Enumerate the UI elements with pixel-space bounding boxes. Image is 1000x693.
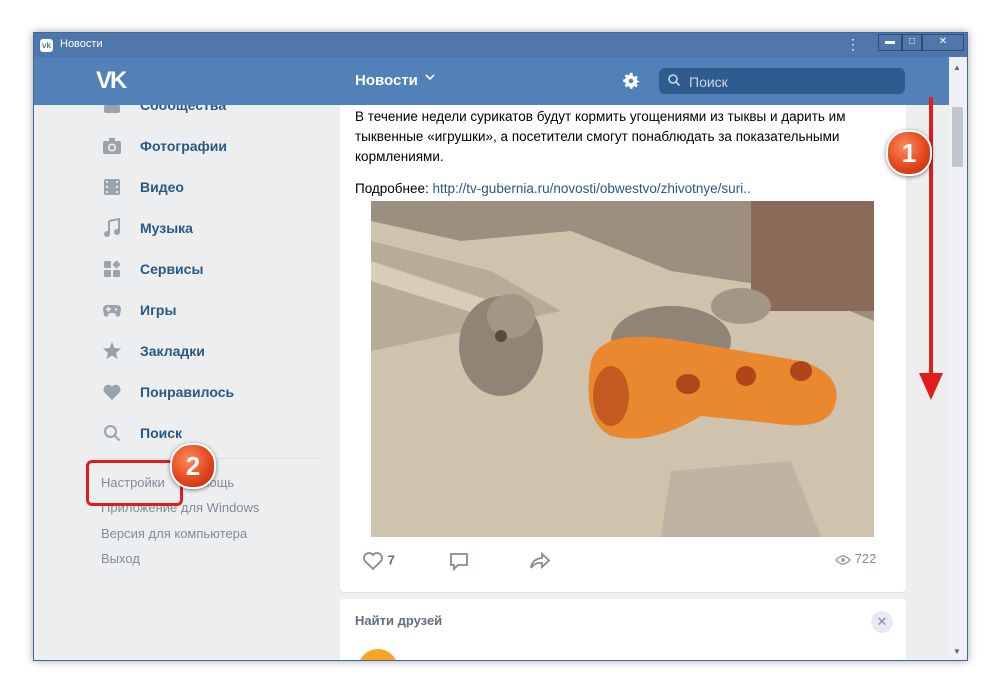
find-friends-title: Найти друзей <box>355 613 443 628</box>
avatar[interactable] <box>358 649 398 660</box>
search-input[interactable] <box>687 71 901 93</box>
post-photo[interactable] <box>371 201 874 537</box>
post-text: В течение недели сурикатов будут кормить… <box>355 109 846 164</box>
comment-icon <box>450 553 468 572</box>
post-link[interactable]: http://tv-gubernia.ru/novosti/obwestvo/z… <box>433 181 751 196</box>
app-header: VK Новости <box>34 57 967 105</box>
sidebar-item-photos[interactable]: Фотографии <box>94 131 324 161</box>
scroll-down-arrow[interactable]: ▼ <box>953 647 961 656</box>
chevron-down-icon[interactable] <box>424 70 436 86</box>
sidebar-item-label: Сообщества <box>140 105 227 113</box>
like-button[interactable]: 7 <box>362 551 395 571</box>
help-link[interactable]: Помощь <box>184 475 234 490</box>
maximize-button[interactable]: □ <box>902 34 922 51</box>
find-friends-card: Найти друзей ✕ <box>340 599 906 660</box>
post-actions: 7 722 <box>340 547 906 577</box>
search-icon <box>668 74 681 87</box>
star-icon <box>103 342 121 359</box>
sidebar-item-label: Закладки <box>140 343 205 359</box>
search-box[interactable] <box>659 68 905 94</box>
minimize-button[interactable]: ▬ <box>878 34 902 51</box>
camera-icon <box>103 138 121 154</box>
video-icon <box>104 179 120 195</box>
news-post: В течение недели сурикатов будут кормить… <box>340 105 906 592</box>
post-more: Подробнее: http://tv-gubernia.ru/novosti… <box>355 179 885 199</box>
gamepad-icon <box>103 305 121 317</box>
sidebar-item-liked[interactable]: Понравилось <box>94 377 324 407</box>
music-icon <box>104 218 120 237</box>
more-label: Подробнее: <box>355 181 429 196</box>
sidebar-item-label: Понравилось <box>140 384 235 400</box>
window-titlebar: vk Новости ⋮ ▬ □ ✕ <box>34 33 967 57</box>
sidebar-item-search[interactable]: Поиск <box>94 418 324 448</box>
sidebar-item-video[interactable]: Видео <box>94 172 324 202</box>
desktop-version-link[interactable]: Версия для компьютера <box>101 526 247 541</box>
sidebar-item-groups[interactable]: Сообщества <box>94 105 324 120</box>
scrollbar[interactable]: ▲ ▼ <box>949 57 967 660</box>
search-icon <box>104 425 121 442</box>
sidebar-item-label: Игры <box>140 302 177 318</box>
scroll-up-arrow[interactable]: ▲ <box>953 63 961 72</box>
window-title: Новости <box>60 38 103 50</box>
left-sidebar: Сообщества Фотографии Видео Музыка Серви… <box>34 105 334 660</box>
gear-icon[interactable] <box>620 70 642 92</box>
sidebar-item-services[interactable]: Сервисы <box>94 254 324 284</box>
comment-button[interactable] <box>448 551 470 572</box>
sidebar-item-label: Музыка <box>140 220 193 236</box>
scroll-thumb[interactable] <box>952 107 963 167</box>
sidebar-divider <box>94 458 322 459</box>
sidebar-item-music[interactable]: Музыка <box>94 213 324 243</box>
windows-app-link[interactable]: Приложение для Windows <box>101 500 259 515</box>
app-window: vk Новости ⋮ ▬ □ ✕ VK Новости Сообщест <box>33 32 968 661</box>
sidebar-item-label: Видео <box>140 179 184 195</box>
settings-link[interactable]: Настройки <box>101 475 165 490</box>
logout-link[interactable]: Выход <box>101 551 140 566</box>
heart-icon <box>103 384 121 400</box>
sidebar-item-label: Сервисы <box>140 261 204 277</box>
sidebar-item-games[interactable]: Игры <box>94 295 324 325</box>
sidebar-item-label: Фотографии <box>140 138 228 154</box>
share-button[interactable] <box>528 551 552 571</box>
view-count: 722 <box>854 551 877 566</box>
services-icon <box>104 260 121 277</box>
main-content: Сообщества Фотографии Видео Музыка Серви… <box>34 105 967 660</box>
groups-icon <box>104 105 120 113</box>
kebab-menu-icon[interactable]: ⋮ <box>846 35 860 53</box>
heart-icon <box>363 552 383 571</box>
section-title[interactable]: Новости <box>355 72 418 89</box>
close-icon[interactable]: ✕ <box>871 611 893 633</box>
like-count: 7 <box>387 552 395 568</box>
eye-icon <box>835 554 851 565</box>
sidebar-item-label: Поиск <box>140 425 183 441</box>
vk-app-icon: vk <box>40 39 53 52</box>
sidebar-item-bookmarks[interactable]: Закладки <box>94 336 324 366</box>
vk-logo[interactable]: VK <box>96 67 127 95</box>
views-counter: 722 <box>835 551 876 566</box>
share-icon <box>530 551 551 570</box>
close-button[interactable]: ✕ <box>922 34 964 51</box>
